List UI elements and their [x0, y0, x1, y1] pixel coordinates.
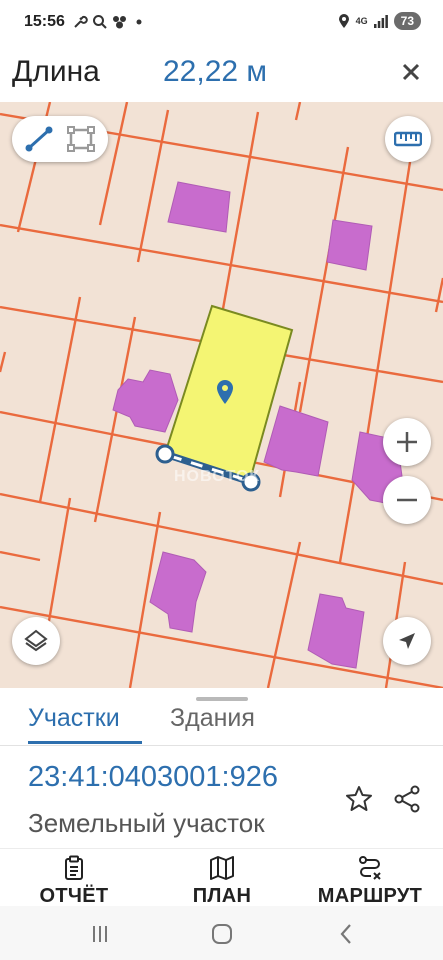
polygon-area-icon[interactable] [66, 125, 96, 153]
parcel-info-sheet: Участки Здания 23:41:0403001:926 Земельн… [0, 688, 443, 848]
plan-label: ПЛАН [192, 885, 252, 907]
community-icon [113, 16, 126, 29]
map-watermark: НОВОТОК [174, 468, 261, 485]
locate-button[interactable] [383, 617, 431, 665]
map-plan-icon [210, 856, 234, 880]
star-icon[interactable] [344, 784, 374, 814]
wrench-icon [74, 15, 88, 28]
close-icon [402, 63, 420, 81]
building [263, 405, 329, 477]
layers-button[interactable] [12, 617, 60, 665]
building [326, 219, 373, 271]
cadastral-number[interactable]: 23:41:0403001:926 [28, 761, 278, 794]
route-button[interactable]: МАРШРУТ [308, 855, 432, 908]
system-nav-bar [0, 906, 443, 960]
zoom-out-icon [397, 498, 417, 502]
ruler-button[interactable] [385, 116, 431, 162]
route-label: МАРШРУТ [317, 885, 423, 907]
report-label: ОТЧЁТ [39, 885, 109, 907]
report-icon [65, 855, 83, 880]
measure-start-handle [155, 444, 175, 464]
measurement-label: Длина [12, 55, 100, 88]
search-icon [93, 15, 107, 29]
signal-icon [373, 15, 388, 28]
cadastral-map[interactable]: НОВОТОК [0, 102, 443, 688]
building [149, 551, 207, 633]
location-icon [338, 13, 349, 28]
recents-icon[interactable] [87, 922, 113, 946]
zoom-out-button[interactable] [383, 476, 431, 524]
tab-buildings[interactable]: Здания [170, 704, 255, 733]
plan-button[interactable]: ПЛАН [180, 855, 264, 908]
status-bar: 15:56 4G 73 [0, 0, 443, 44]
ruler-icon [394, 131, 422, 147]
measure-mode-toggle [12, 116, 108, 162]
report-button[interactable]: ОТЧЁТ [36, 855, 112, 908]
ruler-line-icon[interactable] [24, 125, 54, 153]
zoom-in-icon [397, 432, 417, 452]
building [307, 593, 365, 669]
notification-dot-icon [136, 19, 142, 25]
network-label: 4G [355, 16, 368, 26]
tab-parcels[interactable]: Участки [28, 704, 120, 733]
parcel-type: Земельный участок [28, 808, 265, 838]
measurement-value: 22,22 м [163, 55, 268, 88]
building [167, 181, 231, 233]
battery-indicator: 73 [393, 12, 421, 30]
locate-arrow-icon [399, 633, 415, 649]
status-time: 15:56 [24, 13, 65, 30]
action-bar: ОТЧЁТ ПЛАН МАРШРУТ [0, 848, 443, 908]
share-icon[interactable] [392, 784, 422, 814]
layers-icon [24, 629, 48, 652]
tab-divider [0, 745, 443, 746]
back-icon[interactable] [334, 922, 360, 946]
close-button[interactable] [395, 56, 427, 88]
status-indicators: 4G 73 [338, 12, 421, 30]
route-icon [359, 856, 381, 880]
active-tab-indicator [28, 741, 142, 744]
measurement-header: Длина 22,22 м [0, 44, 443, 102]
zoom-in-button[interactable] [383, 418, 431, 466]
home-icon[interactable] [209, 922, 235, 946]
sheet-drag-handle[interactable] [196, 697, 248, 701]
map-canvas[interactable] [0, 102, 443, 688]
